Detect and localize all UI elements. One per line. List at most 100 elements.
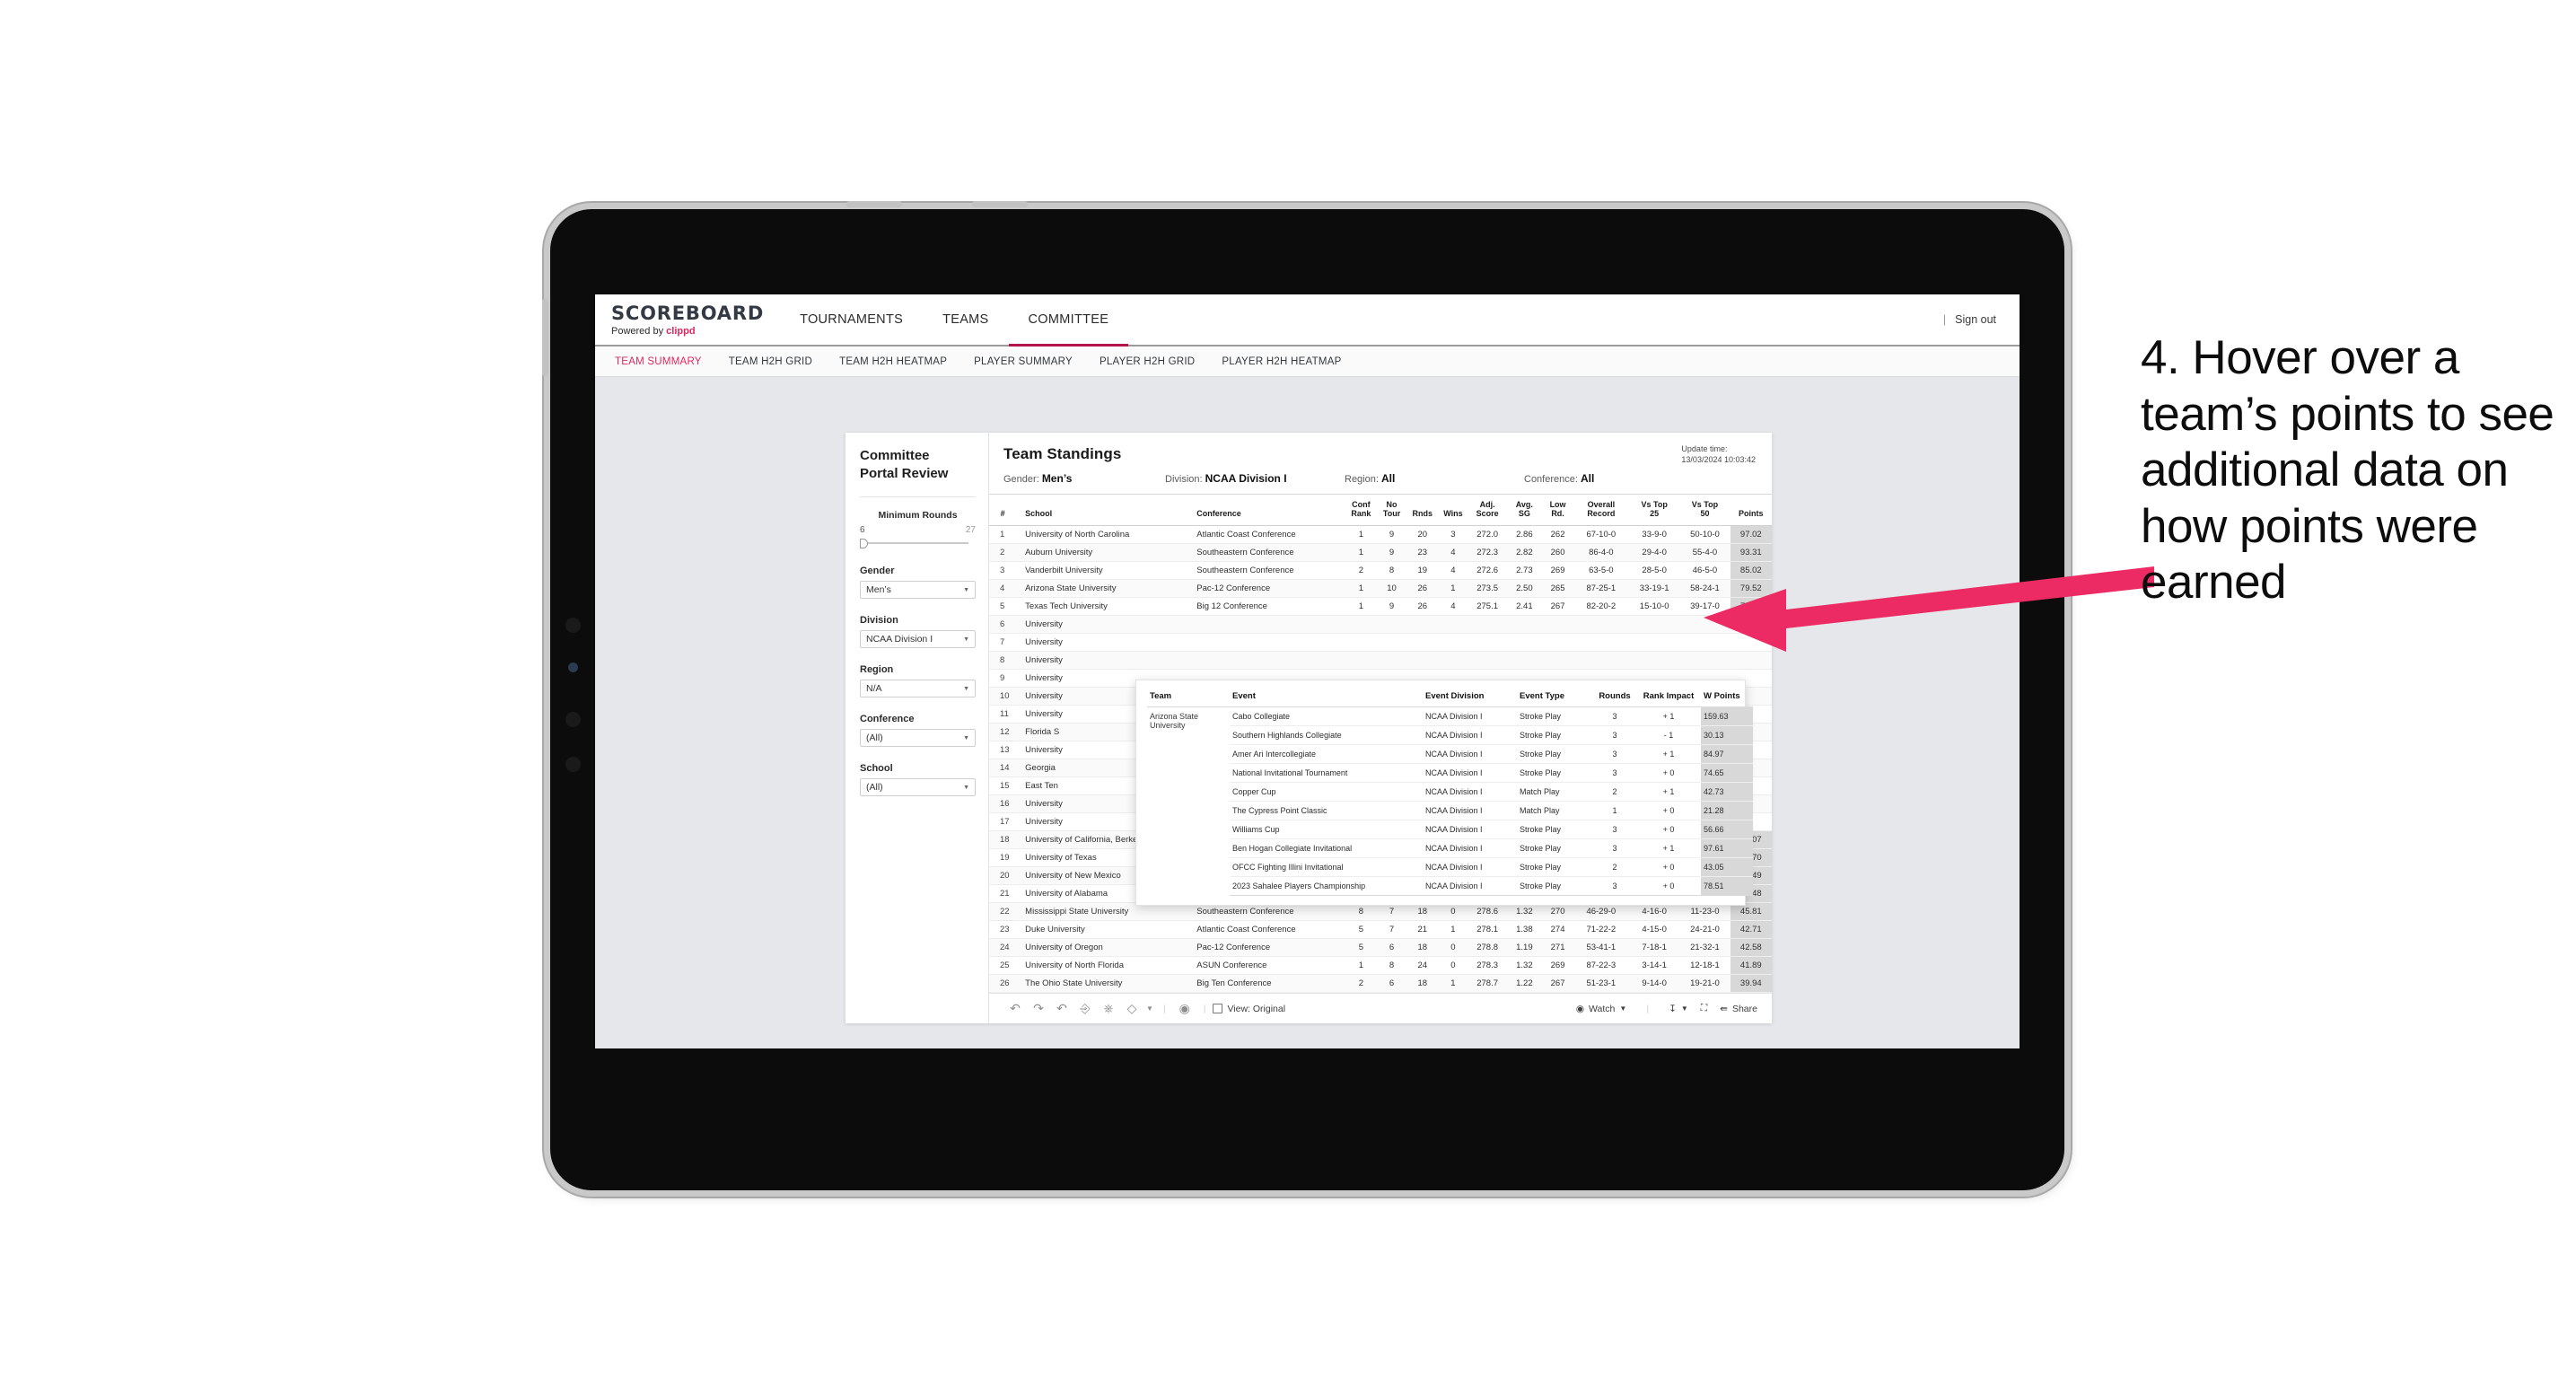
standings-col-1[interactable]: School	[1016, 495, 1188, 526]
cell-vs50: 50-10-0	[1679, 525, 1730, 544]
summary-gender-label: Gender:	[1003, 474, 1039, 485]
subnav-item-player-summary[interactable]: PLAYER SUMMARY	[974, 356, 1073, 367]
tooltip-rounds: 3	[1593, 876, 1636, 896]
cell-points[interactable]: 93.31	[1730, 543, 1772, 562]
update-time-value: 13/03/2024 10:03:42	[1681, 455, 1756, 465]
share-button[interactable]: ⇚ Share	[1720, 1004, 1757, 1014]
tooltip-team: Arizona State University	[1150, 712, 1199, 730]
cell-school: University of North Florida	[1016, 956, 1188, 975]
standings-col-0[interactable]: #	[989, 495, 1017, 526]
nav-item-committee[interactable]: COMMITTEE	[1008, 294, 1129, 346]
tooltip-wpoints: 78.51	[1701, 876, 1753, 896]
slider-track	[863, 542, 968, 544]
cell-points[interactable]: 42.58	[1730, 938, 1772, 957]
table-row[interactable]: 2 Auburn University Southeastern Conferenc…	[989, 543, 1772, 562]
subnav-item-team-h2h-grid[interactable]: TEAM H2H GRID	[729, 356, 812, 367]
filter-school: School (All) ▼	[860, 763, 976, 796]
view-original-button[interactable]: View: Original	[1213, 1004, 1285, 1014]
cell-points[interactable]: 41.89	[1730, 956, 1772, 975]
standings-col-13[interactable]: Points	[1730, 495, 1772, 526]
filter-gender-select[interactable]: Men’s ▼	[860, 581, 976, 599]
refresh-data-icon[interactable]: ⎆	[1073, 1001, 1097, 1016]
nav-item-teams[interactable]: TEAMS	[923, 294, 1008, 346]
tooltip-type: Stroke Play	[1517, 706, 1593, 726]
filter-conference-select[interactable]: (All) ▼	[860, 729, 976, 747]
table-row[interactable]: 3 Vanderbilt University Southeastern Confe…	[989, 561, 1772, 580]
cell-points[interactable]: 39.94	[1730, 974, 1772, 993]
cell-adj_score: 272.0	[1468, 525, 1507, 544]
tooltip-col-4: Rounds	[1593, 688, 1636, 707]
views-caret-icon[interactable]: ▼	[1143, 1004, 1156, 1013]
tooltip-wpoints: 43.05	[1701, 857, 1753, 877]
subnav-item-team-summary[interactable]: TEAM SUMMARY	[615, 356, 702, 367]
standings-col-12[interactable]: Vs Top 50	[1679, 495, 1730, 526]
table-row[interactable]: 1 University of North Carolina Atlantic Co…	[989, 525, 1772, 544]
subnav-item-player-h2h-heatmap[interactable]: PLAYER H2H HEATMAP	[1222, 356, 1341, 367]
filter-region-select[interactable]: N/A ▼	[860, 680, 976, 697]
cell-rank: 14	[989, 759, 1017, 777]
standings-col-5[interactable]: Rnds	[1406, 495, 1438, 526]
tooltip-impact: + 1	[1636, 782, 1701, 802]
table-row[interactable]: 8 University	[989, 651, 1772, 670]
watch-label: Watch	[1589, 1003, 1616, 1014]
brand-logo[interactable]: SCOREBOARD Powered by clippd	[595, 294, 780, 345]
subnav-item-player-h2h-grid[interactable]: PLAYER H2H GRID	[1100, 356, 1195, 367]
summary-region-label: Region:	[1345, 474, 1379, 485]
filter-school-select[interactable]: (All) ▼	[860, 778, 976, 796]
cell-rank: 17	[989, 812, 1017, 831]
standings-col-11[interactable]: Vs Top 25	[1629, 495, 1680, 526]
sign-out-link[interactable]: Sign out	[1955, 313, 1996, 326]
standings-col-6[interactable]: Wins	[1437, 495, 1469, 526]
cell-avg_sg: 2.50	[1506, 579, 1543, 598]
power-button[interactable]	[542, 299, 548, 376]
cell-record: 71-22-2	[1573, 920, 1629, 939]
slider-handle[interactable]	[860, 539, 868, 548]
cell-vs50: 24-21-0	[1679, 920, 1730, 939]
cell-avg_sg: 2.82	[1506, 543, 1543, 562]
filter-division-select[interactable]: NCAA Division I ▼	[860, 630, 976, 648]
standings-col-10[interactable]: Overall Record	[1573, 495, 1629, 526]
standings-col-2[interactable]: Conference	[1187, 495, 1346, 526]
pause-updates-icon[interactable]: ⎈	[1097, 1001, 1120, 1016]
standings-col-9[interactable]: Low Rd.	[1542, 495, 1573, 526]
table-row[interactable]: 24 University of Oregon Pac-12 Conference 5…	[989, 938, 1772, 957]
volume-up-button[interactable]	[846, 201, 902, 207]
fullscreen-button[interactable]: ⛶	[1701, 1003, 1707, 1014]
table-row[interactable]: 6 University	[989, 615, 1772, 634]
subnav-item-team-h2h-heatmap[interactable]: TEAM H2H HEATMAP	[839, 356, 947, 367]
download-button[interactable]: ↧ ▼	[1669, 1004, 1688, 1014]
cell-points[interactable]: 42.71	[1730, 920, 1772, 939]
table-row[interactable]: 7 University	[989, 633, 1772, 652]
tooltip-division: NCAA Division I	[1423, 782, 1517, 802]
cell-wins: 4	[1437, 597, 1469, 616]
table-row[interactable]: 26 The Ohio State University Big Ten Confe…	[989, 974, 1772, 993]
table-row[interactable]: 5 Texas Tech University Big 12 Conference 1…	[989, 597, 1772, 616]
standings-col-8[interactable]: Avg. SG	[1506, 495, 1543, 526]
reset-icon[interactable]: ◉	[1173, 1001, 1196, 1016]
standings-col-3[interactable]: Conf Rank	[1345, 495, 1377, 526]
table-row[interactable]: 25 University of North Florida ASUN Confer…	[989, 956, 1772, 975]
tableau-viz: Committee Portal Review Minimum Rounds 6…	[846, 433, 1772, 1023]
standings-col-4[interactable]: No Tour	[1376, 495, 1407, 526]
cell-avg_sg: 2.86	[1506, 525, 1543, 544]
watch-button[interactable]: ◉ Watch ▼	[1576, 1004, 1626, 1014]
share-icon: ⇚	[1720, 1003, 1728, 1014]
table-row[interactable]: 4 Arizona State University Pac-12 Conferen…	[989, 579, 1772, 598]
table-row[interactable]: 23 Duke University Atlantic Coast Conferen…	[989, 920, 1772, 939]
cell-school: The Ohio State University	[1016, 974, 1188, 993]
revert-icon[interactable]: ↶	[1050, 1001, 1073, 1016]
annotation-text: 4. Hover over a team’s points to see add…	[2141, 331, 2554, 610]
cell-low_rd	[1542, 633, 1573, 652]
cell-rank: 15	[989, 776, 1017, 795]
chevron-down-icon: ▼	[963, 685, 969, 692]
minimum-rounds-slider[interactable]	[860, 537, 976, 549]
redo-icon[interactable]: ↷	[1027, 1001, 1050, 1016]
nav-item-tournaments[interactable]: TOURNAMENTS	[780, 294, 923, 346]
cell-points[interactable]: 97.02	[1730, 525, 1772, 544]
cell-vs25: 3-14-1	[1629, 956, 1680, 975]
cell-rnds	[1406, 615, 1438, 634]
volume-down-button[interactable]	[972, 201, 1028, 207]
custom-views-icon[interactable]: ◇	[1120, 1001, 1143, 1016]
undo-icon[interactable]: ↶	[1003, 1001, 1027, 1016]
standings-col-7[interactable]: Adj. Score	[1468, 495, 1507, 526]
